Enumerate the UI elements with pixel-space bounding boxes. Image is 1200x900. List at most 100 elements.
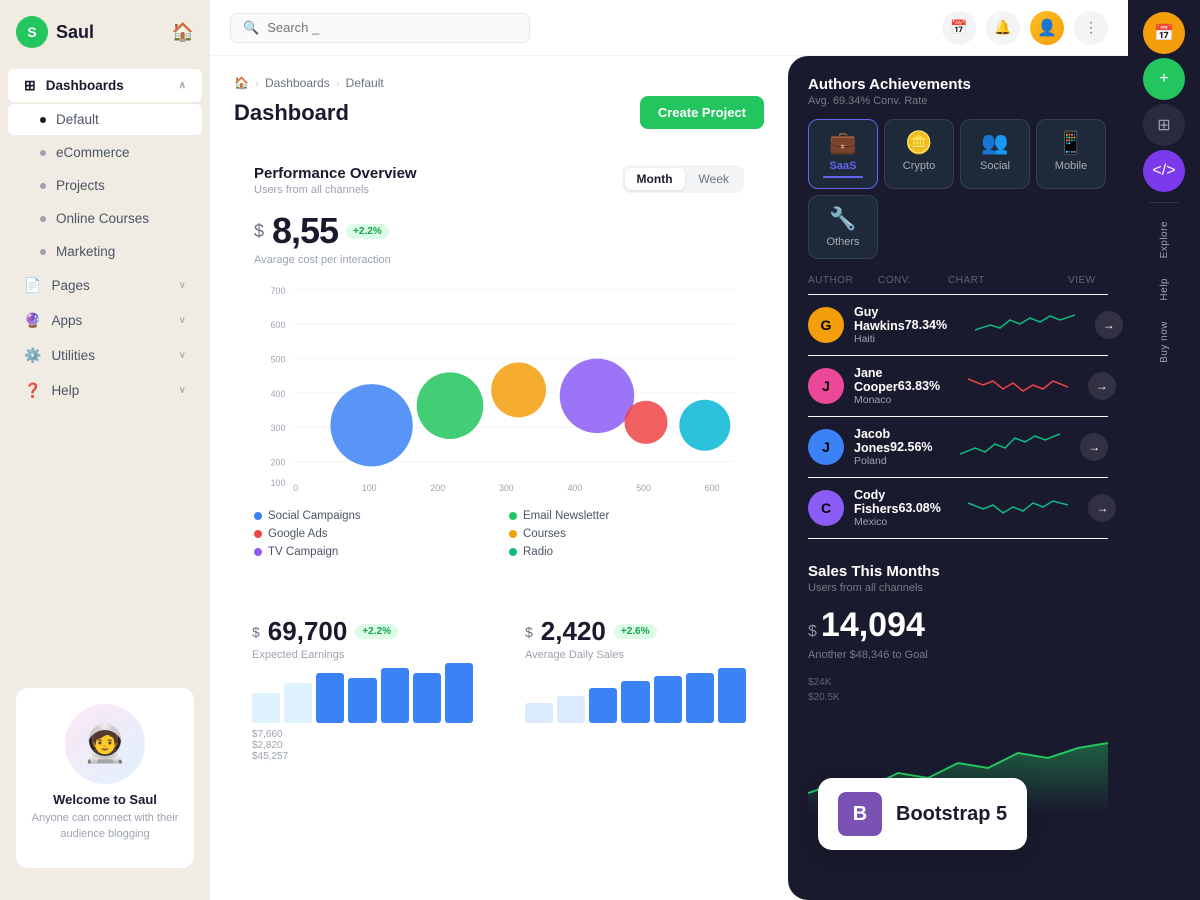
sidebar-item-projects[interactable]: Projects xyxy=(8,170,202,201)
social-icon: 👥 xyxy=(981,130,1008,156)
sidebar-item-label-dashboards: Dashboards xyxy=(46,78,124,93)
welcome-subtitle: Anyone can connect with their audience b… xyxy=(28,811,182,842)
bottom-stats-row: $ 69,700 +2.2% Expected Earnings xyxy=(234,598,764,780)
author-details-3: Cody Fishers Mexico xyxy=(854,488,898,528)
bootstrap-badge: B Bootstrap 5 xyxy=(818,778,1027,850)
sidebar-item-apps[interactable]: 🔮 Apps ∨ xyxy=(8,304,202,337)
search-box[interactable]: 🔍 xyxy=(230,13,530,43)
search-input[interactable] xyxy=(267,20,517,35)
bootstrap-icon: B xyxy=(838,792,882,836)
perf-title-area: Performance Overview Users from all chan… xyxy=(254,165,417,196)
earnings-badge: +2.2% xyxy=(355,624,398,639)
explore-label[interactable]: Explore xyxy=(1159,213,1170,266)
sidebar-item-marketing[interactable]: Marketing xyxy=(8,236,202,267)
svg-text:200: 200 xyxy=(271,457,286,467)
svg-text:300: 300 xyxy=(271,423,286,433)
sales-goal: Another $48,346 to Goal xyxy=(808,649,1108,661)
week-toggle[interactable]: Week xyxy=(687,168,741,190)
nav-dot xyxy=(40,150,46,156)
header-author: AUTHOR xyxy=(808,275,878,286)
daily-sales-badge: +2.6% xyxy=(614,624,657,639)
sidebar-item-default[interactable]: Default xyxy=(8,104,202,135)
view-btn-0[interactable]: → xyxy=(1095,311,1123,339)
performance-card: Performance Overview Users from all chan… xyxy=(234,145,764,578)
bubble-chart: 700 600 500 400 300 200 100 0 100 200 30… xyxy=(254,278,744,498)
header-conv: CONV. xyxy=(878,275,948,286)
sidebar-item-utilities[interactable]: ⚙️ Utilities ∨ xyxy=(8,339,202,372)
earnings-value: 69,700 xyxy=(268,616,348,647)
stat-label: Avarage cost per interaction xyxy=(254,254,744,266)
daily-sales-chart xyxy=(525,673,746,723)
tab-crypto[interactable]: 🪙 Crypto xyxy=(884,119,954,189)
tab-others[interactable]: 🔧 Others xyxy=(808,195,878,259)
expected-earnings-card: $ 69,700 +2.2% Expected Earnings xyxy=(234,598,491,780)
sales-title: Sales This Months xyxy=(808,563,1108,580)
saas-label: SaaS xyxy=(830,160,857,172)
earnings-values: $7,660$2,820$45,257 xyxy=(252,729,473,762)
author-avatar-0: G xyxy=(808,307,844,343)
tab-saas[interactable]: 💼 SaaS xyxy=(808,119,878,189)
tab-social[interactable]: 👥 Social xyxy=(960,119,1030,189)
help-label[interactable]: Help xyxy=(1159,270,1170,309)
author-info-2: J Jacob Jones Poland xyxy=(808,427,890,467)
tab-underline xyxy=(823,176,863,178)
create-project-button[interactable]: Create Project xyxy=(640,96,764,129)
conv-rate-2: 92.56% xyxy=(890,440,960,454)
sidebar-item-online-courses[interactable]: Online Courses xyxy=(8,203,202,234)
bubble-chart-svg: 700 600 500 400 300 200 100 0 100 200 30… xyxy=(254,278,744,498)
legend-social-campaigns: Social Campaigns xyxy=(254,510,489,522)
sales-subtitle: Users from all channels xyxy=(808,582,1108,594)
month-toggle[interactable]: Month xyxy=(625,168,685,190)
view-btn-3[interactable]: → xyxy=(1088,494,1116,522)
legend-dot xyxy=(509,530,517,538)
sidebar-item-dashboards[interactable]: ⊞ Dashboards ∧ xyxy=(8,69,202,102)
svg-text:100: 100 xyxy=(271,478,286,488)
legend-dot xyxy=(509,548,517,556)
sidebar-item-label-marketing: Marketing xyxy=(56,244,115,259)
breadcrumb-dashboards[interactable]: Dashboards xyxy=(265,76,330,90)
svg-text:500: 500 xyxy=(271,355,286,365)
add-btn[interactable]: + xyxy=(1143,58,1185,100)
content-two-col: 🏠 › Dashboards › Default Dashboard Creat… xyxy=(210,56,1128,900)
legend-dot xyxy=(509,512,517,520)
earnings-value-row: $ 69,700 +2.2% xyxy=(252,616,473,647)
view-btn-1[interactable]: → xyxy=(1088,372,1116,400)
breadcrumb-default[interactable]: Default xyxy=(346,76,384,90)
topbar-calendar-icon[interactable]: 📅 xyxy=(942,11,976,45)
author-avatar-3: C xyxy=(808,490,844,526)
author-location-3: Mexico xyxy=(854,516,898,528)
svg-text:0: 0 xyxy=(293,483,298,493)
sales-currency: $ xyxy=(525,624,533,640)
legend-email-newsletter: Email Newsletter xyxy=(509,510,744,522)
welcome-card: 🧑‍🚀 Welcome to Saul Anyone can connect w… xyxy=(16,688,194,868)
nav-dot xyxy=(40,249,46,255)
svg-text:600: 600 xyxy=(271,320,286,330)
topbar-notification-icon[interactable]: 🔔 xyxy=(986,11,1020,45)
author-details-0: Guy Hawkins Haiti xyxy=(854,305,905,345)
sidebar-item-pages[interactable]: 📄 Pages ∨ xyxy=(8,269,202,302)
topbar-avatar[interactable]: 👤 xyxy=(1030,11,1064,45)
sidebar-item-help[interactable]: ❓ Help ∨ xyxy=(8,374,202,407)
mobile-label: Mobile xyxy=(1055,160,1087,172)
sales-value-row: $ 2,420 +2.6% xyxy=(525,616,746,647)
sidebar-bottom: 🧑‍🚀 Welcome to Saul Anyone can connect w… xyxy=(0,672,210,884)
grid-btn[interactable]: ⊞ xyxy=(1143,104,1185,146)
legend-label: Social Campaigns xyxy=(268,510,361,522)
view-btn-2[interactable]: → xyxy=(1080,433,1108,461)
buy-now-label[interactable]: Buy now xyxy=(1159,313,1170,371)
sales-big-value: 14,094 xyxy=(821,606,925,645)
calendar-btn[interactable]: 📅 xyxy=(1143,12,1185,54)
authors-title: Authors Achievements xyxy=(808,76,1108,93)
tab-mobile[interactable]: 📱 Mobile xyxy=(1036,119,1106,189)
header-view: VIEW xyxy=(1068,275,1108,286)
legend-dot xyxy=(254,548,262,556)
author-row-2: J Jacob Jones Poland 92.56% → xyxy=(808,417,1108,478)
author-row-0: G Guy Hawkins Haiti 78.34% → xyxy=(808,295,1108,356)
author-row-3: C Cody Fishers Mexico 63.08% → xyxy=(808,478,1108,539)
sidebar-item-ecommerce[interactable]: eCommerce xyxy=(8,137,202,168)
topbar-menu-icon[interactable]: ⋮ xyxy=(1074,11,1108,45)
code-btn[interactable]: </> xyxy=(1143,150,1185,192)
legend-label: Radio xyxy=(523,546,553,558)
welcome-title: Welcome to Saul xyxy=(28,792,182,807)
currency-symbol: $ xyxy=(254,221,264,242)
